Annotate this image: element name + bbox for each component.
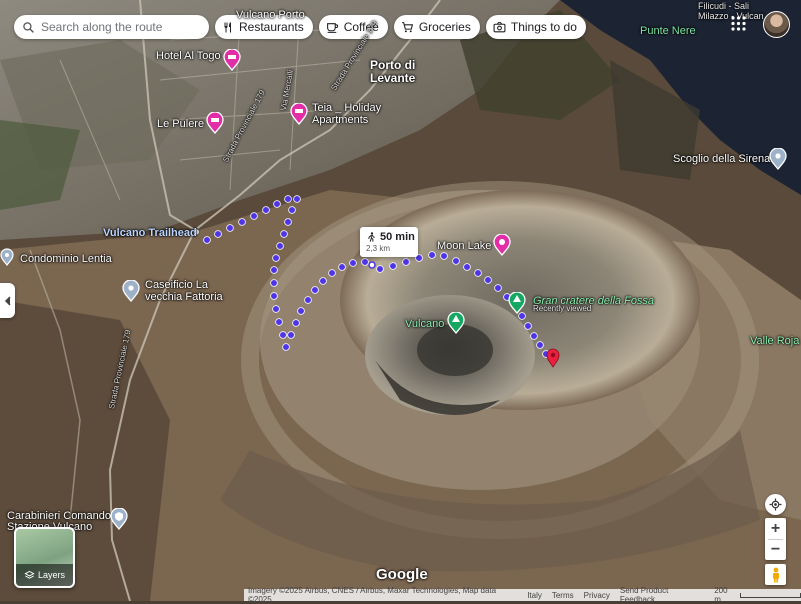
attribution-bar: Imagery ©2025 Airbus, CNES / Airbus, Max… [244, 586, 801, 604]
place-punte-nere[interactable]: Punte Nere [640, 25, 696, 37]
park-pin-icon[interactable] [508, 292, 526, 314]
fork-knife-icon [224, 22, 231, 32]
hotel-pin-icon[interactable] [290, 103, 308, 125]
recently-viewed-label: Recently viewed [533, 304, 592, 313]
place-teia-line2[interactable]: Apartments [312, 114, 368, 126]
search-along-route-input[interactable]: Search along the route [14, 15, 209, 39]
cart-icon [401, 21, 413, 32]
feedback-link[interactable]: Send Product Feedback [620, 586, 704, 604]
scale-label[interactable]: 200 m [714, 586, 736, 604]
coffee-icon [326, 22, 338, 33]
street-view-pegman-button[interactable] [765, 564, 786, 585]
my-location-button[interactable] [765, 494, 786, 515]
hotel-pin-icon[interactable] [206, 112, 224, 134]
zoom-out-button[interactable]: − [771, 540, 780, 560]
camera-icon [493, 21, 506, 32]
route-distance: 2,3 km [366, 244, 391, 253]
place-vulcano-trailhead[interactable]: Vulcano Trailhead [103, 227, 197, 239]
terms-link[interactable]: Terms [552, 591, 574, 600]
place-caseificio-line2[interactable]: vecchia Fattoria [145, 291, 223, 303]
crosshair-icon [769, 498, 782, 511]
place-hotel-al-togo[interactable]: Hotel Al Togo [156, 50, 221, 62]
place-vulcano[interactable]: Vulcano [405, 318, 444, 330]
search-icon [23, 21, 34, 33]
hotel-pin-icon[interactable] [223, 49, 241, 71]
layers-label: Layers [37, 570, 65, 580]
place-le-pulere[interactable]: Le Pulere [157, 118, 204, 130]
chip-label: Groceries [418, 20, 471, 34]
chip-things-to-do[interactable]: Things to do [485, 15, 586, 39]
park-pin-icon[interactable] [447, 312, 465, 334]
layers-button[interactable]: Layers [14, 527, 75, 588]
zoom-in-button[interactable]: + [771, 519, 780, 539]
police-pin-icon[interactable] [110, 508, 128, 530]
place-caseificio-line1[interactable]: Caseificio La [145, 279, 208, 291]
place-moon-lake[interactable]: Moon Lake [437, 240, 491, 252]
zoom-controls: + − [765, 518, 786, 560]
google-logo: Google [376, 566, 428, 583]
chevron-left-icon [4, 295, 11, 306]
pegman-icon [772, 567, 779, 582]
collapse-side-panel-button[interactable] [0, 283, 15, 318]
account-avatar[interactable] [763, 11, 790, 38]
location-pin-icon[interactable] [122, 280, 140, 302]
place-valle-roja[interactable]: Valle Roja [750, 335, 799, 347]
scale-bar [740, 592, 801, 598]
search-placeholder: Search along the route [41, 20, 163, 34]
chip-label: Things to do [510, 20, 577, 34]
imagery-credit: Imagery ©2025 Airbus, CNES / Airbus, Max… [248, 586, 497, 604]
place-condominio-lentia[interactable]: Condominio Lentia [20, 253, 112, 265]
walking-icon [368, 232, 375, 242]
route-duration-callout[interactable]: 50 min 2,3 km [360, 227, 418, 257]
place-vulcano-porto-partial[interactable]: Vulcano Porto [236, 9, 305, 21]
apps-grid-icon[interactable] [731, 16, 746, 31]
route-time: 50 min [380, 231, 415, 243]
destination-pin-icon[interactable] [546, 348, 560, 368]
location-pin-icon[interactable] [769, 148, 787, 170]
country-link[interactable]: Italy [527, 591, 542, 600]
place-porto-di-levante-line2[interactable]: Levante [370, 71, 415, 85]
chip-groceries[interactable]: Groceries [393, 15, 480, 39]
privacy-link[interactable]: Privacy [584, 591, 610, 600]
chip-label: Restaurants [239, 20, 304, 34]
location-pin-icon[interactable] [0, 248, 14, 266]
layers-icon [24, 570, 35, 579]
place-scoglio-della-sirena[interactable]: Scoglio della Sirena [673, 153, 770, 165]
attraction-pin-icon[interactable] [493, 234, 511, 256]
place-teia-line1[interactable]: Teia _ Holiday [312, 102, 381, 114]
